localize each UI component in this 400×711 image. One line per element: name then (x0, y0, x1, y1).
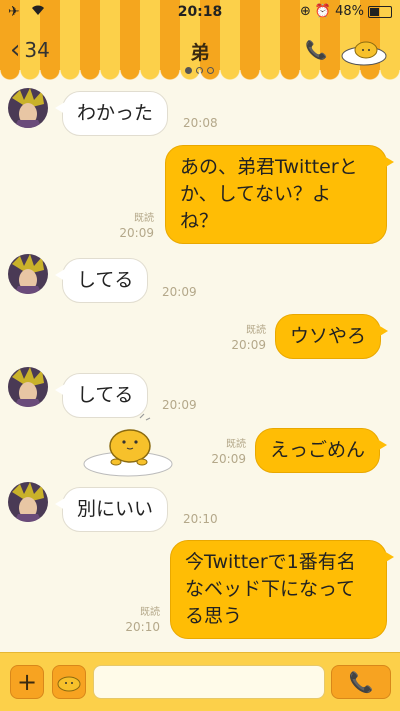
sticker-button[interactable] (52, 665, 86, 699)
message-bubble-outgoing[interactable]: ウソやろ (275, 314, 389, 359)
call-button[interactable]: 📞 (331, 665, 391, 699)
message-bubble-incoming[interactable]: してる (54, 258, 149, 303)
gudetama-menu-icon[interactable] (340, 38, 388, 66)
avatar[interactable] (8, 254, 48, 294)
avatar[interactable] (8, 367, 48, 407)
message-line: か、してない？よ (180, 183, 332, 205)
message-meta: 既読 20:10 (116, 606, 160, 634)
phone-icon: 📞 (348, 670, 374, 694)
message-time: 20:09 (162, 285, 197, 299)
chat-header: ✈ 20:18 ⊕ ⏰ 48% ‹ 34 弟 📞 (0, 0, 400, 80)
message-time: 20:08 (183, 116, 218, 130)
message-line: なベッド下になって (185, 578, 356, 600)
message-bubble-outgoing[interactable]: あの、弟君Twitterと か、してない？よ ね？ (165, 145, 394, 244)
message-time: 20:09 (211, 452, 246, 466)
read-receipt: 既読 (140, 607, 160, 618)
message-time: 20:09 (119, 226, 154, 240)
avatar[interactable] (8, 482, 48, 522)
message-bubble-outgoing[interactable]: 今Twitterで1番有名 なベッド下になって る思う (170, 540, 394, 639)
message-bubble-incoming[interactable]: わかった (54, 91, 169, 136)
gudetama-icon (57, 676, 81, 692)
header-scallop (0, 70, 400, 80)
plus-icon: + (16, 668, 38, 696)
phone-icon[interactable]: 📞 (305, 40, 327, 61)
message-time: 20:10 (183, 512, 218, 526)
message-line: る思う (185, 605, 243, 627)
battery-text: 48% (335, 4, 364, 19)
message-line: ね？ (180, 210, 219, 232)
avatar[interactable] (8, 88, 48, 128)
message-bubble-outgoing[interactable]: えっごめん (255, 428, 388, 473)
alarm-icon: ⏰ (314, 4, 332, 19)
message-meta: 既読 20:09 (110, 212, 154, 240)
read-receipt: 既読 (226, 439, 246, 450)
message-input[interactable] (93, 665, 325, 699)
status-right: ⊕ ⏰ 48% (300, 4, 392, 19)
status-bar: ✈ 20:18 ⊕ ⏰ 48% (0, 0, 400, 24)
read-receipt: 既読 (134, 213, 154, 224)
message-line: あの、弟君Twitterと (180, 156, 358, 178)
read-receipt: 既読 (246, 325, 266, 336)
gudetama-sticker[interactable] (80, 410, 180, 480)
message-bubble-incoming[interactable]: 別にいい (54, 487, 169, 532)
input-bar: + 📞 (0, 652, 400, 711)
battery-icon (368, 5, 392, 18)
add-button[interactable]: + (10, 665, 44, 699)
message-time: 20:09 (231, 338, 266, 352)
message-meta: 既読 20:09 (202, 438, 246, 466)
message-time: 20:10 (125, 620, 160, 634)
message-line: 今Twitterで1番有名 (185, 551, 356, 573)
message-meta: 既読 20:09 (222, 324, 266, 352)
rotation-lock-icon: ⊕ (300, 4, 311, 19)
